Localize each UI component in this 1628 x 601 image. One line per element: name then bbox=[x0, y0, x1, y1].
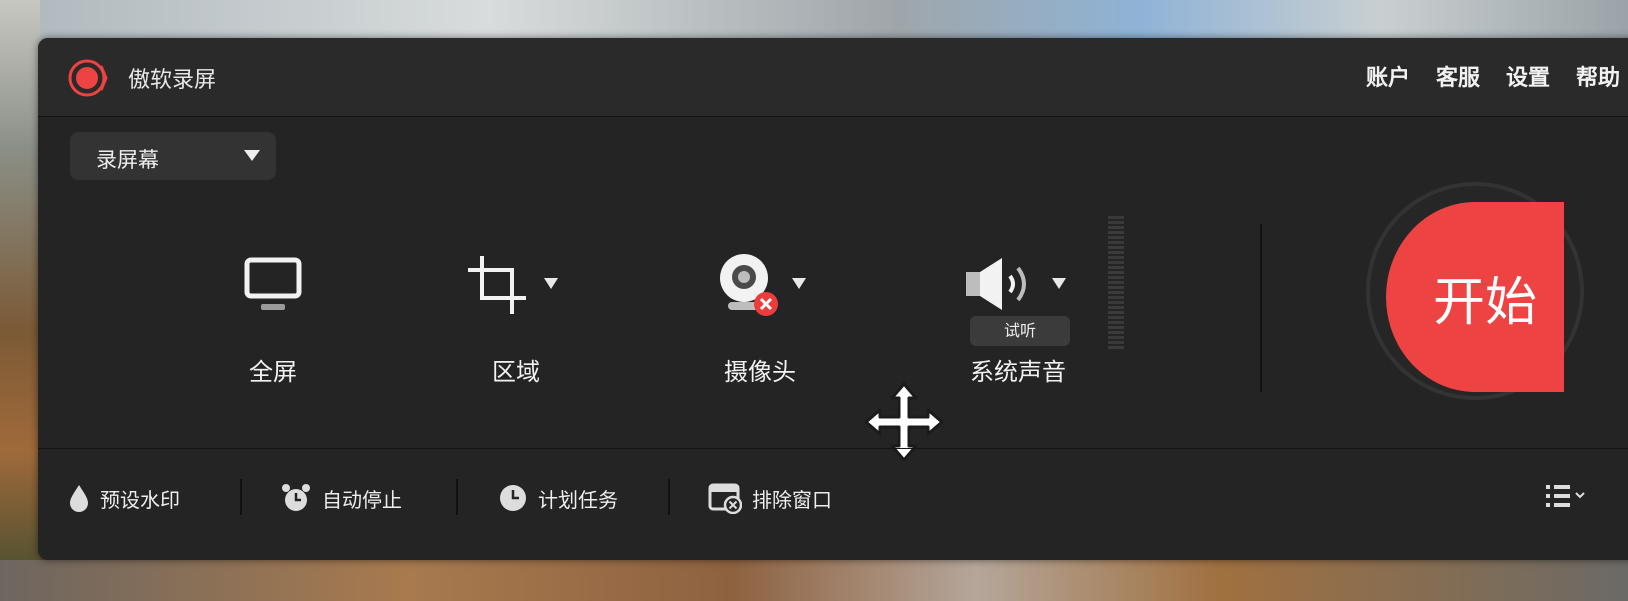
option-label: 全屏 bbox=[249, 358, 297, 386]
recorder-window: 傲软录屏 账户 客服 设置 帮助 录屏幕 全屏 区域 摄像头 系统声音 试听 开… bbox=[38, 38, 1628, 560]
speaker-icon bbox=[966, 258, 1026, 310]
webcam-icon bbox=[720, 254, 778, 316]
tool-label: 自动停止 bbox=[322, 487, 402, 512]
chevron-down-icon bbox=[244, 150, 260, 161]
listen-button[interactable]: 试听 bbox=[970, 316, 1070, 346]
divider bbox=[668, 479, 670, 515]
record-mode-select[interactable]: 录屏幕 bbox=[70, 132, 276, 180]
top-nav: 账户 客服 设置 帮助 bbox=[1366, 60, 1620, 92]
option-system-sound[interactable]: 系统声音 bbox=[928, 184, 1108, 392]
divider bbox=[1260, 224, 1262, 392]
list-menu-icon[interactable] bbox=[1546, 483, 1590, 509]
scheduled-task-button[interactable]: 计划任务 bbox=[498, 481, 618, 515]
region-dropdown-arrow[interactable] bbox=[544, 278, 558, 289]
preset-watermark-button[interactable]: 预设水印 bbox=[68, 481, 180, 515]
option-fullscreen[interactable]: 全屏 bbox=[183, 184, 363, 392]
nav-support[interactable]: 客服 bbox=[1436, 60, 1480, 92]
tool-label: 计划任务 bbox=[538, 487, 618, 512]
exclude-window-icon bbox=[708, 483, 742, 514]
tool-label: 排除窗口 bbox=[752, 487, 832, 512]
nav-help[interactable]: 帮助 bbox=[1576, 60, 1620, 92]
app-logo-icon bbox=[68, 59, 108, 97]
monitor-icon bbox=[244, 257, 302, 310]
crop-icon bbox=[468, 256, 526, 314]
auto-stop-button[interactable]: 自动停止 bbox=[280, 481, 402, 515]
exclude-window-button[interactable]: 排除窗口 bbox=[708, 481, 832, 515]
title-bar[interactable]: 傲软录屏 账户 客服 设置 帮助 bbox=[38, 38, 1628, 117]
option-label: 区域 bbox=[492, 358, 540, 386]
divider bbox=[456, 479, 458, 515]
sound-dropdown-arrow[interactable] bbox=[1052, 278, 1066, 289]
desktop-background-bottom bbox=[0, 560, 1628, 601]
clock-icon bbox=[500, 485, 526, 511]
option-label: 系统声音 bbox=[970, 358, 1066, 386]
tool-label: 预设水印 bbox=[100, 487, 180, 512]
nav-account[interactable]: 账户 bbox=[1366, 60, 1410, 92]
option-label: 摄像头 bbox=[724, 358, 796, 386]
audio-level-meter bbox=[1108, 216, 1124, 350]
webcam-dropdown-arrow[interactable] bbox=[792, 278, 806, 289]
alarm-clock-icon bbox=[282, 484, 310, 511]
option-webcam[interactable]: 摄像头 bbox=[670, 184, 850, 392]
divider bbox=[240, 479, 242, 515]
desktop-background-top bbox=[0, 0, 1628, 40]
option-region[interactable]: 区域 bbox=[426, 184, 606, 392]
nav-settings[interactable]: 设置 bbox=[1506, 60, 1550, 92]
start-record-button[interactable]: 开始 bbox=[1386, 202, 1564, 392]
desktop-background-left bbox=[0, 0, 40, 601]
app-title: 傲软录屏 bbox=[128, 68, 217, 93]
bottom-toolbar: 预设水印 自动停止 计划任务 排除窗口 bbox=[38, 448, 1628, 561]
watermark-drop-icon bbox=[70, 485, 88, 512]
record-mode-value: 录屏幕 bbox=[96, 148, 159, 172]
